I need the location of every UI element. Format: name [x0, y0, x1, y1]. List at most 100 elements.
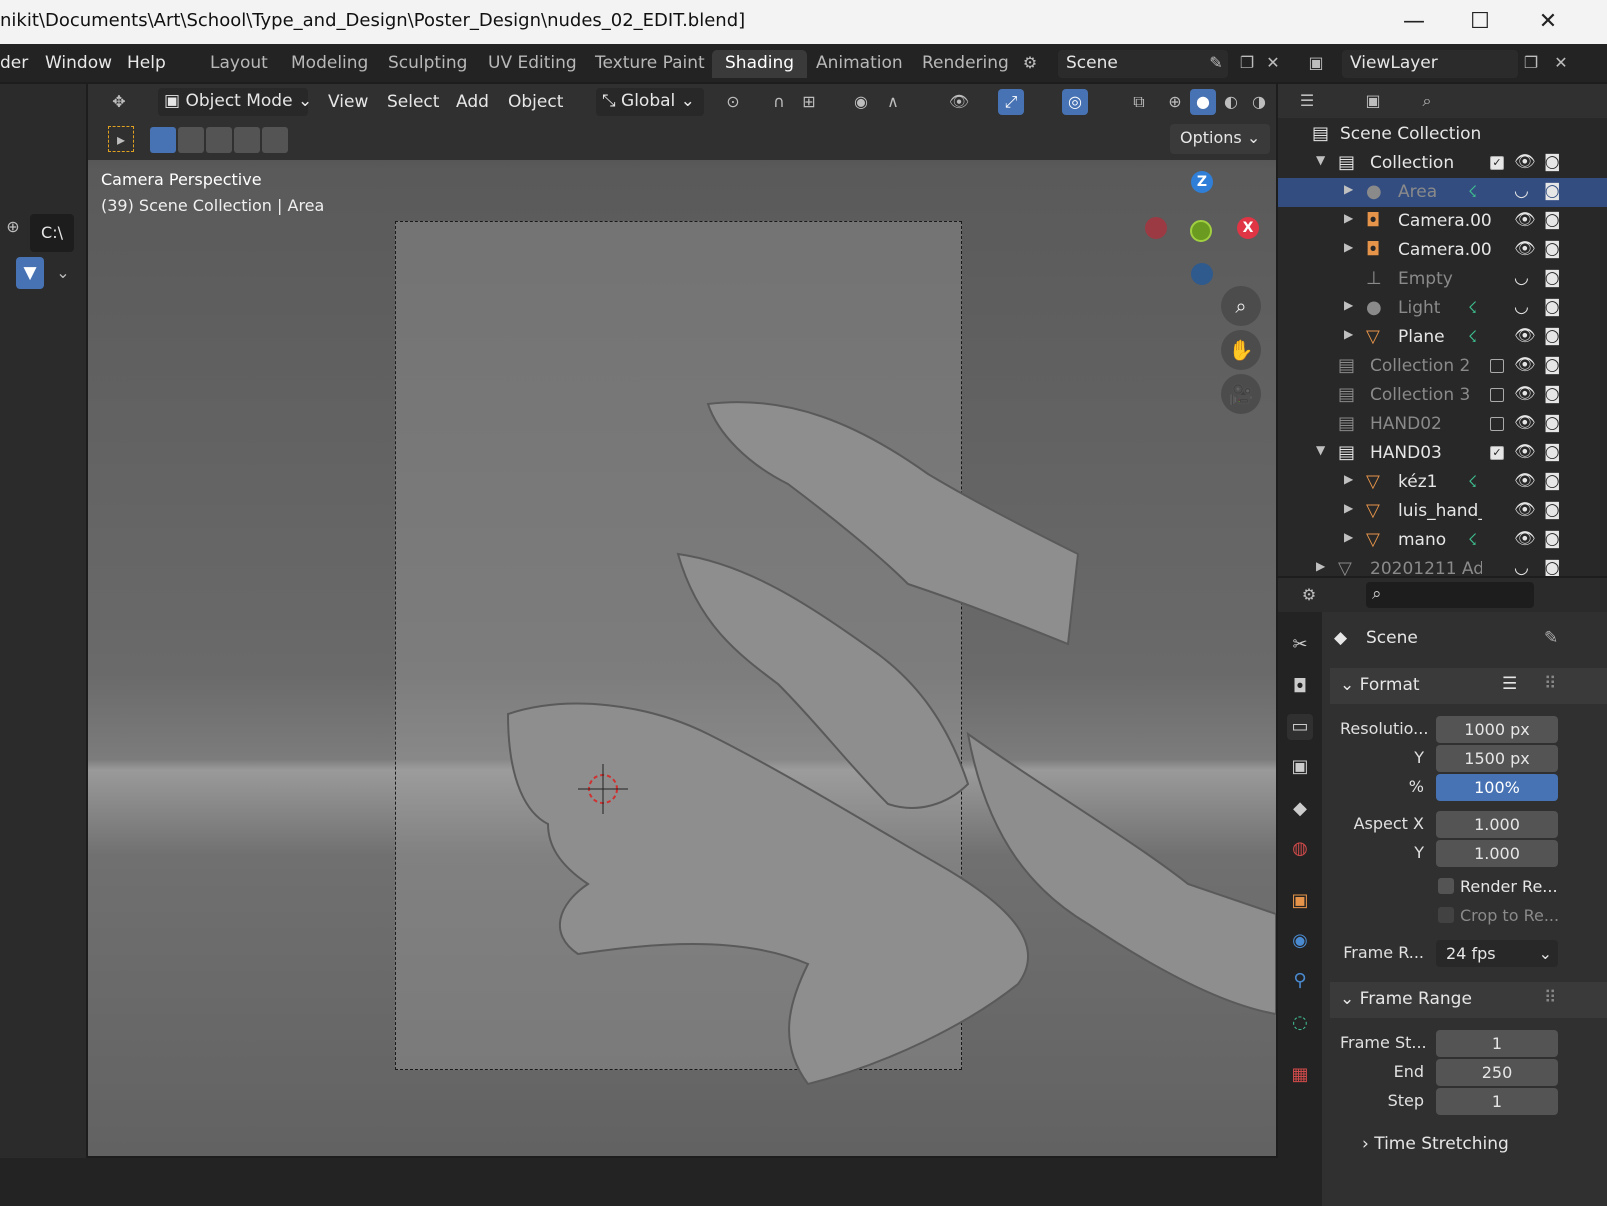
tab-layout[interactable]: Layout	[197, 50, 281, 78]
filter-icon[interactable]: ▼	[16, 257, 44, 289]
gizmo-neg-x-icon[interactable]	[1145, 217, 1167, 239]
expand-arrow-icon[interactable]: ▶	[1344, 501, 1353, 515]
eye-icon[interactable]: 👁	[1514, 500, 1536, 520]
eye-icon[interactable]: 👁	[1514, 384, 1536, 404]
frame-rate-dropdown[interactable]: 24 fps ⌄	[1436, 940, 1558, 967]
chevron-down-icon[interactable]: ⌄	[50, 260, 76, 286]
outliner-row-20201211[interactable]: ▶ ▽ 20201211 Ade ◡ ◙	[1278, 555, 1607, 576]
aspect-y-field[interactable]: 1.000	[1436, 840, 1558, 867]
properties-search-input[interactable]: ⌕	[1366, 582, 1534, 608]
gizmo-x-icon[interactable]: X	[1237, 217, 1259, 239]
gizmo-neg-z-icon[interactable]	[1191, 263, 1213, 285]
viewlayer-icon[interactable]: ▣	[1303, 50, 1329, 76]
outliner-root[interactable]: ▤ Scene Collection	[1278, 120, 1607, 149]
texture-tab-icon[interactable]: ▦	[1287, 1062, 1313, 1088]
file-path-field[interactable]: C:\	[30, 214, 74, 252]
eye-closed-icon[interactable]: ◡	[1514, 558, 1529, 576]
outliner-row-camera-2[interactable]: ▶ ◘ Camera.00 👁 ◙	[1278, 236, 1607, 265]
camera-view-icon[interactable]: 🎥	[1221, 374, 1261, 414]
outliner-row-camera-1[interactable]: ▶ ◘ Camera.00 👁 ◙	[1278, 207, 1607, 236]
camera-render-icon[interactable]: ◙	[1544, 529, 1561, 549]
scene-icon[interactable]: ⚙	[1017, 50, 1043, 76]
outliner-row-kez1[interactable]: ▶ ▽ kéz1 ☇ 👁 ◙	[1278, 468, 1607, 497]
search-icon[interactable]: ⌕	[1414, 88, 1440, 114]
light-data-icon[interactable]: ☇	[1468, 182, 1477, 201]
list-icon[interactable]: ☰	[1502, 674, 1517, 694]
maximize-button[interactable]: ☐	[1460, 6, 1500, 38]
mesh-data-icon[interactable]: ☇	[1468, 472, 1477, 491]
eye-icon[interactable]: 👁	[1514, 355, 1536, 375]
close-button[interactable]: ✕	[1528, 6, 1568, 38]
outliner-row-collection-3[interactable]: ▤ Collection 3 👁 ◙	[1278, 381, 1607, 410]
new-viewlayer-icon[interactable]: ❐	[1518, 50, 1544, 76]
object-tab-icon[interactable]: ▣	[1287, 888, 1313, 914]
resolution-percent-field[interactable]: 100%	[1436, 774, 1558, 801]
outliner-row-hand03[interactable]: ▼ ▤ HAND03 ✓ 👁 ◙	[1278, 439, 1607, 468]
outliner-editor-icon[interactable]: ☰	[1294, 88, 1320, 114]
include-checkbox[interactable]	[1490, 359, 1504, 373]
world-tab-icon[interactable]: ◍	[1287, 836, 1313, 862]
menu-render[interactable]: der	[0, 53, 28, 73]
aspect-x-field[interactable]: 1.000	[1436, 811, 1558, 838]
eye-icon[interactable]: 👁	[1514, 210, 1536, 230]
eye-icon[interactable]: 👁	[1514, 471, 1536, 491]
expand-arrow-icon[interactable]: ▶	[1316, 559, 1325, 573]
camera-render-icon[interactable]: ◙	[1544, 500, 1561, 520]
eye-closed-icon[interactable]: ◡	[1514, 181, 1529, 201]
tab-modeling[interactable]: Modeling	[278, 50, 381, 78]
display-mode-icon[interactable]: ▣	[1360, 88, 1386, 114]
expand-arrow-icon[interactable]: ▼	[1316, 443, 1325, 457]
light-data-icon[interactable]: ☇	[1468, 298, 1477, 317]
scene-tab-icon[interactable]: ◆	[1287, 796, 1313, 822]
camera-render-icon[interactable]: ◙	[1544, 268, 1561, 288]
outliner-row-collection[interactable]: ▼ ▤ Collection ✓ 👁 ◙	[1278, 149, 1607, 178]
outliner-row-area[interactable]: ▶ ● Area ☇ ◡ ◙	[1278, 178, 1607, 207]
expand-arrow-icon[interactable]: ▶	[1344, 182, 1353, 196]
tab-uv-editing[interactable]: UV Editing	[475, 50, 590, 78]
include-checkbox[interactable]	[1490, 417, 1504, 431]
time-stretching-subpanel[interactable]: › Time Stretching	[1362, 1134, 1509, 1154]
camera-render-icon[interactable]: ◙	[1544, 326, 1561, 346]
3d-viewport[interactable]: ✥ ▣ Object Mode ⌄ View Select Add Object…	[88, 84, 1276, 1156]
gizmo-z-icon[interactable]: Z	[1191, 171, 1213, 193]
new-scene-icon[interactable]: ❐	[1234, 50, 1260, 76]
camera-render-icon[interactable]: ◙	[1544, 355, 1561, 375]
camera-render-icon[interactable]: ◙	[1544, 384, 1561, 404]
include-checkbox[interactable]	[1490, 388, 1504, 402]
output-tab-icon[interactable]: ▭	[1287, 714, 1313, 740]
crop-region-checkbox[interactable]	[1438, 907, 1454, 923]
expand-arrow-icon[interactable]: ▶	[1344, 211, 1353, 225]
tab-animation[interactable]: Animation	[803, 50, 916, 78]
menu-window[interactable]: Window	[45, 53, 112, 73]
outliner-row-mano[interactable]: ▶ ▽ mano ☇ 👁 ◙	[1278, 526, 1607, 555]
tab-rendering[interactable]: Rendering	[909, 50, 1022, 78]
physics-tab-icon[interactable]: ◉	[1287, 928, 1313, 954]
delete-scene-icon[interactable]: ✕	[1260, 50, 1286, 76]
camera-render-icon[interactable]: ◙	[1544, 181, 1561, 201]
camera-render-icon[interactable]: ◙	[1544, 413, 1561, 433]
eye-icon[interactable]: 👁	[1514, 239, 1536, 259]
resolution-x-field[interactable]: 1000 px	[1436, 716, 1558, 743]
tab-shading[interactable]: Shading	[712, 50, 808, 78]
frame-range-panel-header[interactable]: ⌄ Frame Range ⠿	[1330, 982, 1607, 1018]
zoom-icon[interactable]: ⌕	[1221, 286, 1261, 326]
menu-help[interactable]: Help	[127, 53, 166, 73]
outliner-row-plane[interactable]: ▶ ▽ Plane ☇ 👁 ◙	[1278, 323, 1607, 352]
expand-arrow-icon[interactable]: ▶	[1344, 240, 1353, 254]
outliner-row-light[interactable]: ▶ ● Light ☇ ◡ ◙	[1278, 294, 1607, 323]
pin-icon[interactable]: ✎	[1203, 50, 1229, 76]
camera-render-icon[interactable]: ◙	[1544, 297, 1561, 317]
outliner-row-empty[interactable]: ⊥ Empty ◡ ◙	[1278, 265, 1607, 294]
mesh-data-icon[interactable]: ☇	[1468, 327, 1477, 346]
outliner-row-hand02[interactable]: ▤ HAND02 👁 ◙	[1278, 410, 1607, 439]
format-panel-header[interactable]: ⌄ Format ☰ ⠿	[1330, 668, 1607, 704]
viewlayer-selector[interactable]: ViewLayer	[1342, 50, 1518, 78]
eye-icon[interactable]: 👁	[1514, 442, 1536, 462]
eye-icon[interactable]: 👁	[1514, 529, 1536, 549]
delete-viewlayer-icon[interactable]: ✕	[1548, 50, 1574, 76]
render-tab-icon[interactable]: ◘	[1287, 674, 1313, 700]
add-bookmark-icon[interactable]: ⊕	[0, 214, 26, 240]
eye-icon[interactable]: 👁	[1514, 326, 1536, 346]
camera-render-icon[interactable]: ◙	[1544, 558, 1561, 576]
eye-icon[interactable]: 👁	[1514, 413, 1536, 433]
